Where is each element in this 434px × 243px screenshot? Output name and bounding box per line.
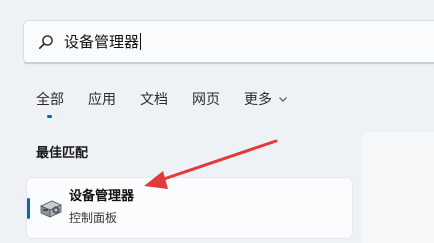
tab-all-indicator <box>47 115 52 118</box>
selection-indicator <box>27 198 30 219</box>
best-match-heading: 最佳匹配 <box>36 146 89 161</box>
preview-panel <box>362 132 434 243</box>
tab-apps[interactable]: 应用 <box>88 90 116 110</box>
text-caret <box>140 33 142 50</box>
result-title: 设备管理器 <box>69 189 135 204</box>
search-input[interactable]: 设备管理器 <box>64 32 142 52</box>
tab-web[interactable]: 网页 <box>192 90 220 110</box>
tab-documents[interactable]: 文档 <box>140 90 168 110</box>
tab-more[interactable]: 更多 <box>244 90 288 110</box>
result-subtitle: 控制面板 <box>69 211 118 225</box>
search-box[interactable]: 设备管理器 <box>23 20 434 64</box>
search-icon <box>38 35 53 49</box>
tab-all[interactable]: 全部 <box>36 90 64 110</box>
device-manager-icon <box>40 200 62 218</box>
chevron-down-icon <box>279 97 288 102</box>
tab-more-label: 更多 <box>244 92 272 108</box>
search-query: 设备管理器 <box>64 33 140 51</box>
best-match-result[interactable]: 设备管理器 控制面板 <box>26 177 353 239</box>
